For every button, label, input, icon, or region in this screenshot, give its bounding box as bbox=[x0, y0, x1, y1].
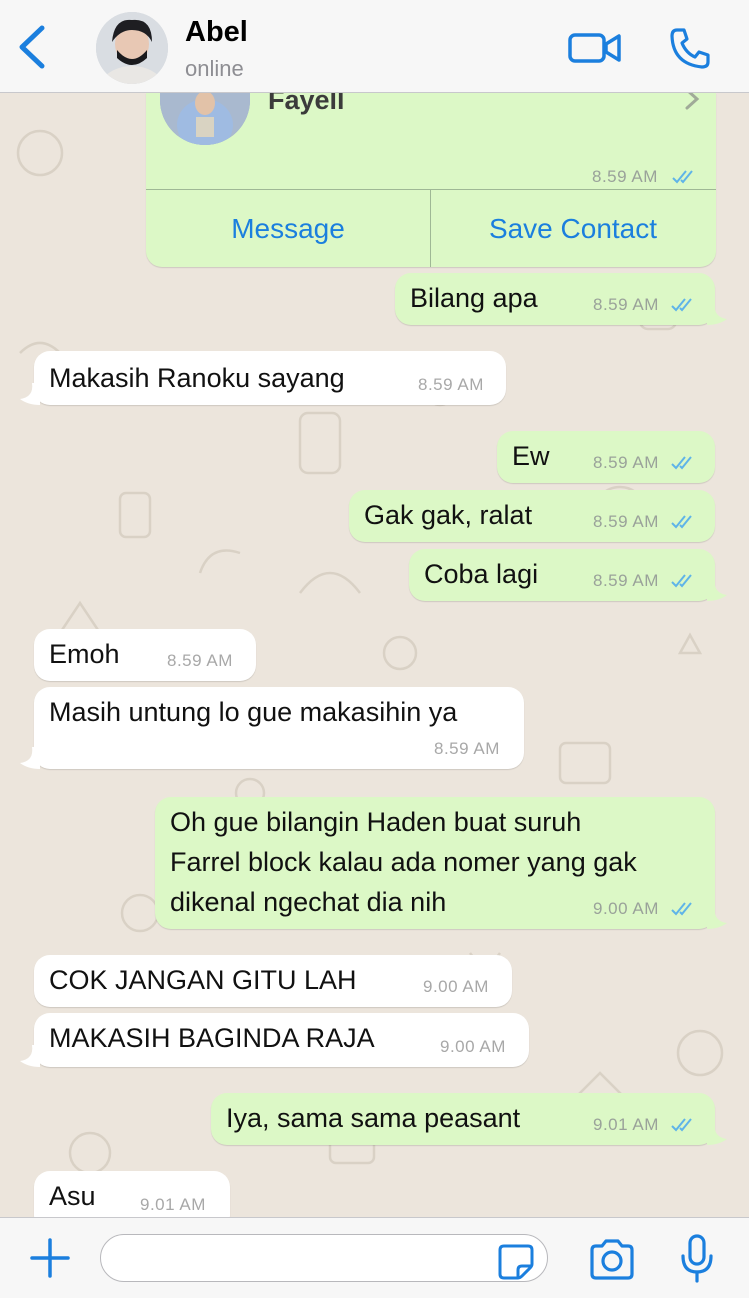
message-text: Coba lagi bbox=[424, 559, 539, 589]
contact-avatar[interactable] bbox=[96, 12, 168, 84]
plus-icon[interactable] bbox=[28, 1236, 72, 1280]
bubble-tail bbox=[20, 747, 40, 769]
sticker-icon[interactable] bbox=[496, 1242, 536, 1282]
message-bubble-incoming[interactable]: Masih untung lo gue makasihin ya 8.59 AM bbox=[20, 687, 524, 769]
message-time: 8.59 AM bbox=[593, 571, 659, 590]
composer-bar bbox=[0, 1217, 749, 1298]
double-tick-icon bbox=[671, 515, 692, 529]
card-save-contact-button[interactable]: Save Contact bbox=[431, 190, 715, 267]
message-time: 8.59 AM bbox=[593, 453, 659, 472]
bubble-tail bbox=[707, 1123, 727, 1145]
message-time: 9.00 AM bbox=[423, 977, 489, 996]
back-chevron-icon[interactable] bbox=[14, 24, 54, 70]
message-time: 8.59 AM bbox=[592, 167, 658, 186]
message-text: Ew bbox=[512, 441, 550, 471]
contact-card-photo bbox=[160, 93, 250, 145]
camera-icon[interactable] bbox=[588, 1238, 636, 1280]
contact-status: online bbox=[185, 56, 244, 81]
message-bubble-outgoing[interactable]: Coba lagi 8.59 AM bbox=[409, 549, 727, 601]
message-time: 8.59 AM bbox=[593, 295, 659, 314]
message-time: 9.00 AM bbox=[440, 1037, 506, 1056]
microphone-icon[interactable] bbox=[680, 1234, 714, 1284]
message-input-box[interactable] bbox=[100, 1234, 548, 1282]
bubble-tail bbox=[20, 383, 40, 405]
message-text: Bilang apa bbox=[410, 283, 538, 313]
double-tick-icon bbox=[671, 902, 692, 916]
video-call-icon[interactable] bbox=[568, 30, 622, 66]
message-text-line: Farrel block kalau ada nomer yang gak bbox=[170, 847, 637, 877]
bubble-tail bbox=[707, 579, 727, 601]
message-bubble-incoming[interactable]: Emoh 8.59 AM bbox=[34, 629, 256, 681]
message-text: Masih untung lo gue makasihin ya bbox=[49, 697, 458, 727]
message-time: 8.59 AM bbox=[418, 375, 484, 394]
contact-chevron-icon[interactable] bbox=[684, 93, 700, 111]
message-bubble-outgoing[interactable]: Oh gue bilangin Haden buat suruh Farrel … bbox=[155, 797, 727, 929]
message-bubble-outgoing[interactable]: Ew 8.59 AM bbox=[497, 431, 715, 483]
contact-card-message[interactable]: Fayell 8.59 AM Message Save Contact bbox=[146, 93, 716, 267]
message-time: 8.59 AM bbox=[593, 512, 659, 531]
contact-card-name: Fayell bbox=[268, 93, 345, 115]
message-time: 8.59 AM bbox=[434, 739, 500, 758]
message-bubble-outgoing[interactable]: Gak gak, ralat 8.59 AM bbox=[349, 490, 715, 542]
double-tick-icon bbox=[671, 298, 692, 312]
message-text: Asu bbox=[49, 1181, 96, 1211]
card-message-button[interactable]: Message bbox=[146, 190, 430, 267]
message-text: Makasih Ranoku sayang bbox=[49, 363, 345, 393]
message-time: 9.01 AM bbox=[140, 1195, 206, 1214]
message-text: Emoh bbox=[49, 639, 120, 669]
phone-call-icon[interactable] bbox=[668, 26, 712, 70]
message-text-line: dikenal ngechat dia nih bbox=[170, 887, 447, 917]
message-text: Iya, sama sama peasant bbox=[226, 1103, 521, 1133]
double-tick-icon bbox=[672, 170, 693, 184]
message-time: 8.59 AM bbox=[167, 651, 233, 670]
bubble-tail bbox=[707, 907, 727, 929]
message-input[interactable] bbox=[117, 1235, 501, 1281]
contact-name[interactable]: Abel bbox=[185, 16, 248, 49]
bubble-tail bbox=[707, 303, 727, 325]
message-text-line: Oh gue bilangin Haden buat suruh bbox=[170, 807, 582, 837]
message-bubble-incoming[interactable]: Makasih Ranoku sayang 8.59 AM bbox=[20, 351, 506, 405]
message-time: 9.01 AM bbox=[593, 1115, 659, 1134]
chat-area[interactable]: Fayell 8.59 AM Message Save Contact Bila… bbox=[0, 93, 749, 1217]
message-text: MAKASIH BAGINDA RAJA bbox=[49, 1023, 375, 1053]
double-tick-icon bbox=[671, 456, 692, 470]
message-text: COK JANGAN GITU LAH bbox=[49, 965, 357, 995]
message-bubble-incoming[interactable]: MAKASIH BAGINDA RAJA 9.00 AM bbox=[20, 1013, 529, 1067]
message-bubble-outgoing[interactable]: Bilang apa 8.59 AM bbox=[395, 273, 727, 325]
message-bubble-incoming[interactable]: Asu 9.01 AM bbox=[34, 1171, 230, 1217]
message-text: Gak gak, ralat bbox=[364, 500, 533, 530]
double-tick-icon bbox=[671, 1118, 692, 1132]
message-bubble-incoming[interactable]: COK JANGAN GITU LAH 9.00 AM bbox=[34, 955, 512, 1007]
chat-header: Abel online bbox=[0, 0, 749, 93]
message-bubble-outgoing[interactable]: Iya, sama sama peasant 9.01 AM bbox=[211, 1093, 727, 1145]
double-tick-icon bbox=[671, 574, 692, 588]
bubble-tail bbox=[20, 1045, 40, 1067]
message-time: 9.00 AM bbox=[593, 899, 659, 918]
